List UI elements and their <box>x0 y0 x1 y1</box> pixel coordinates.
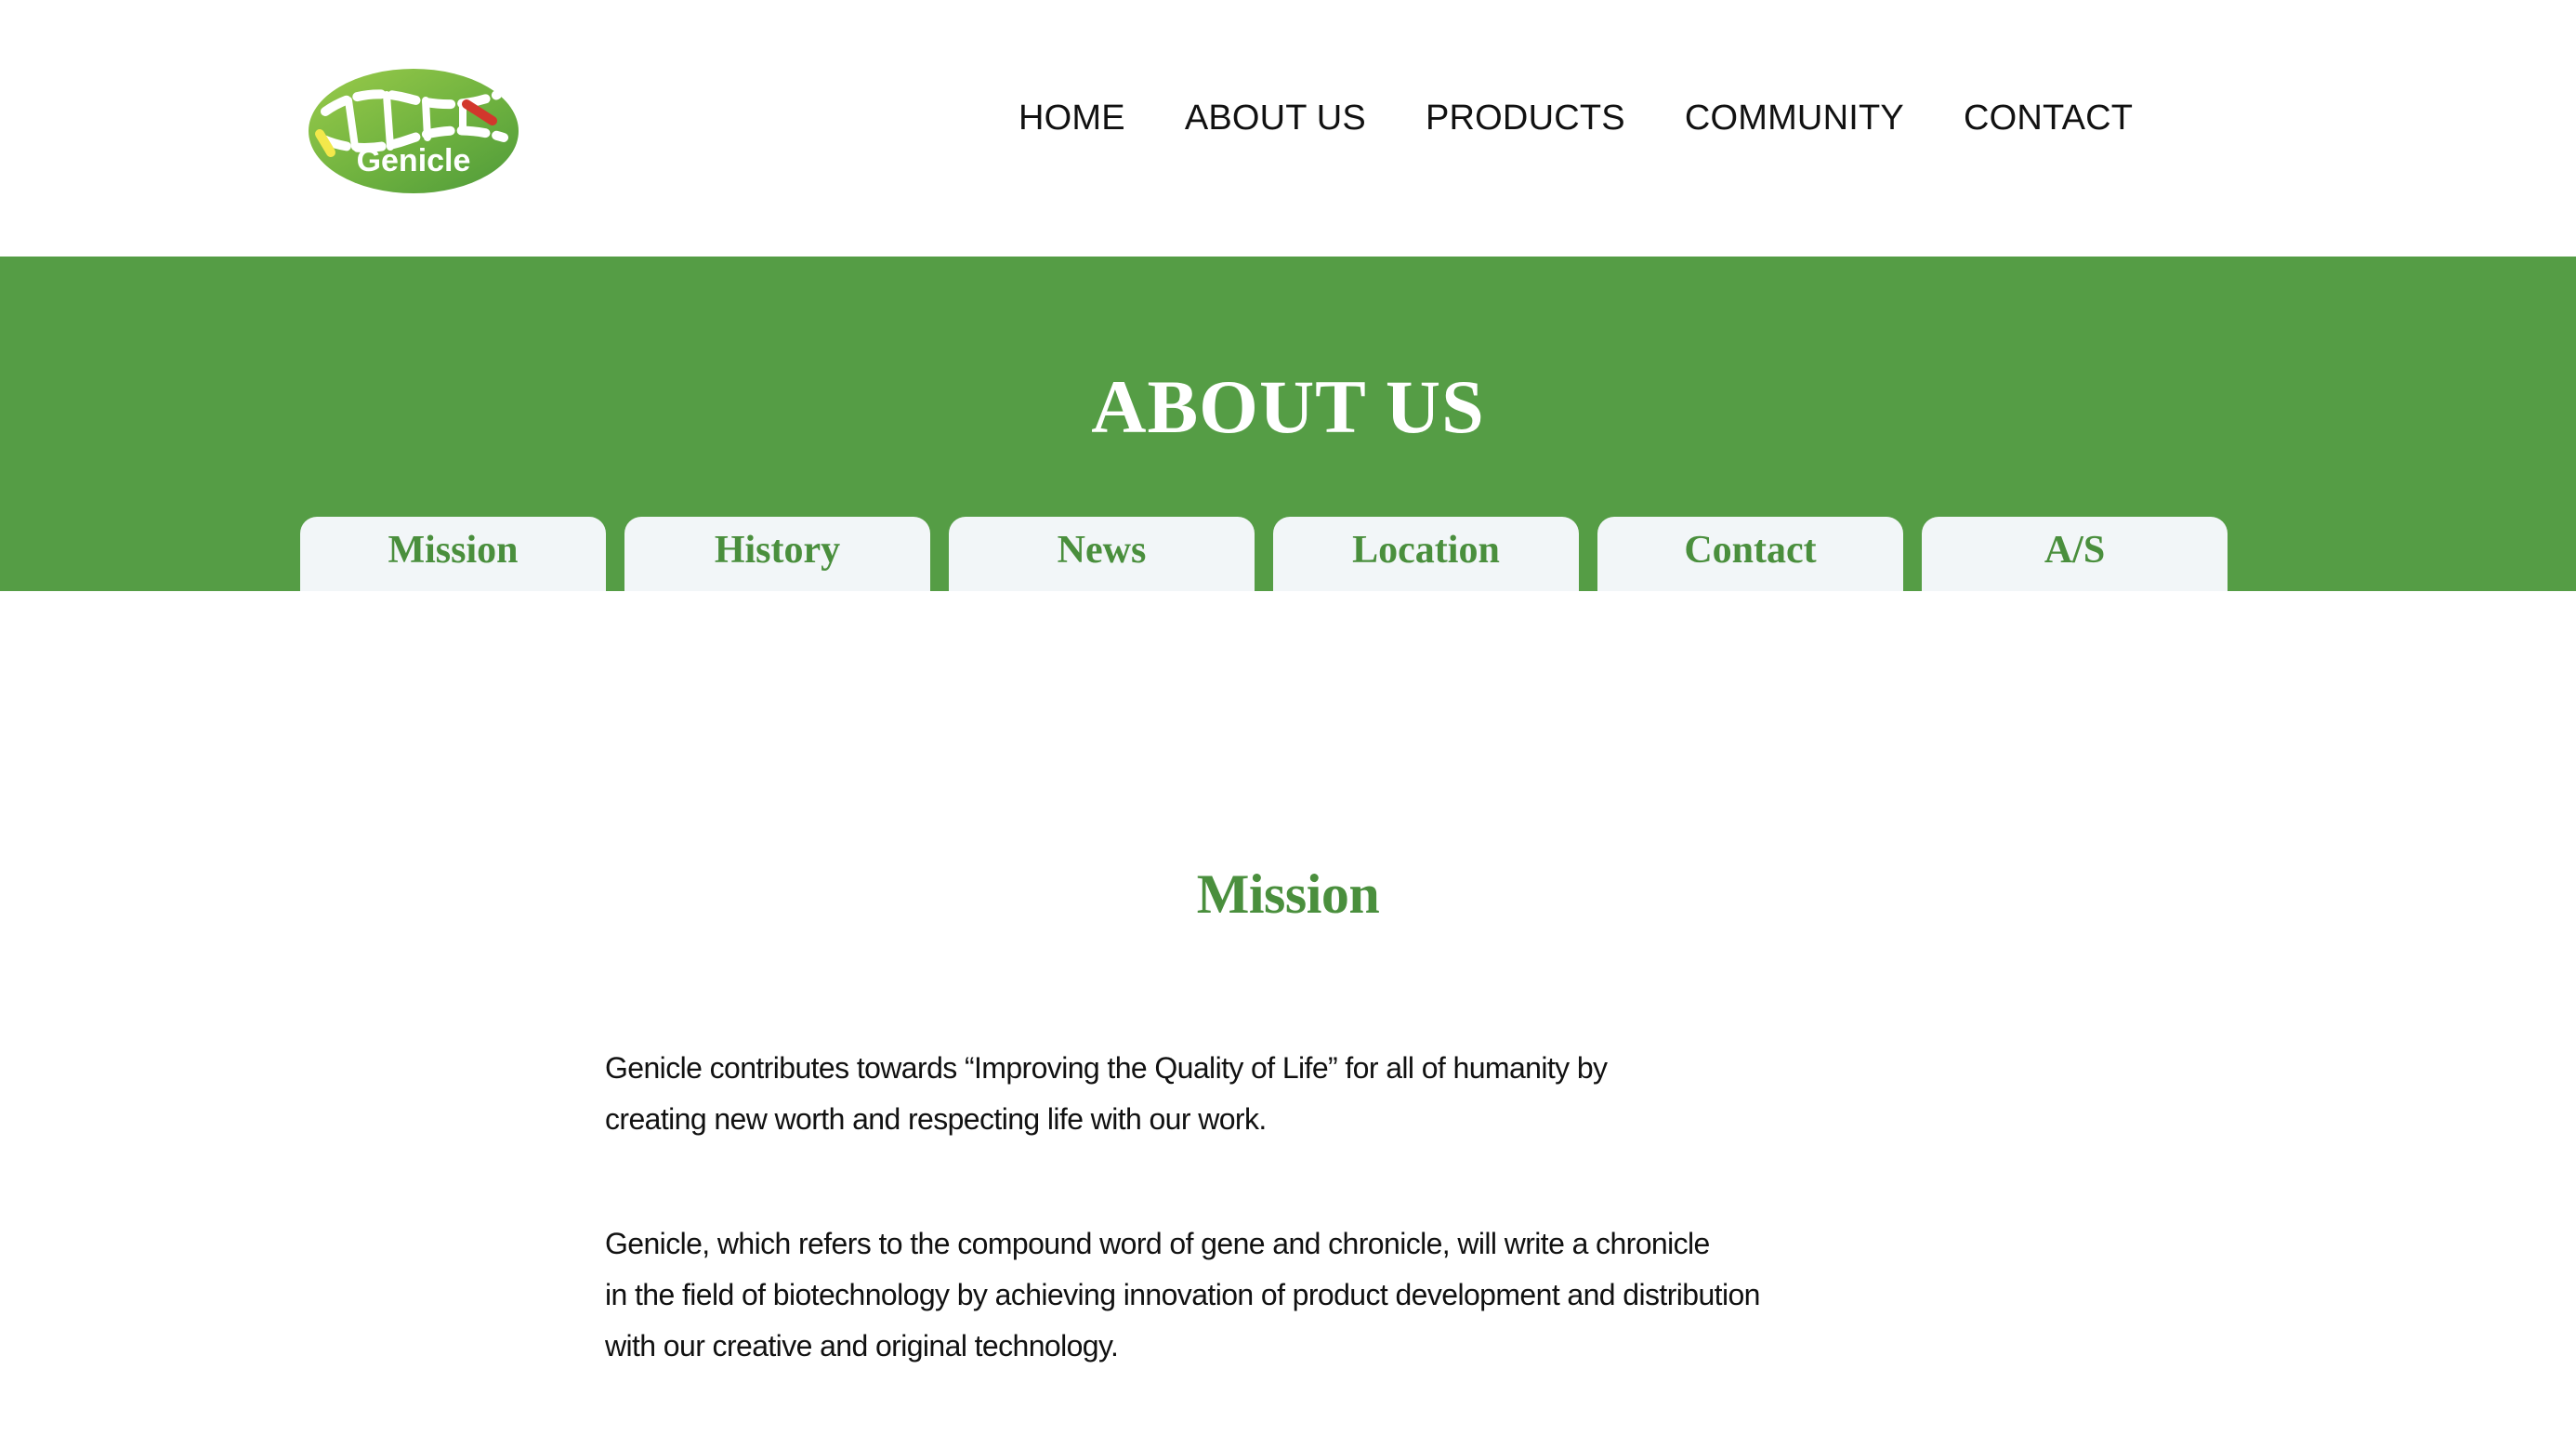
tab-as[interactable]: A/S <box>1922 517 2228 591</box>
about-banner: ABOUT US Mission History News Location C… <box>0 257 2576 591</box>
nav-home[interactable]: HOME <box>1019 99 1125 138</box>
main-nav: HOME ABOUT US PRODUCTS COMMUNITY CONTACT <box>1019 99 2133 138</box>
paragraph-line: Genicle contributes towards “Improving t… <box>605 1051 1608 1085</box>
tab-history[interactable]: History <box>624 517 930 591</box>
tab-label: Mission <box>388 529 519 572</box>
paragraph-line: with our creative and original technolog… <box>605 1329 1119 1363</box>
paragraph-line: creating new worth and respecting life w… <box>605 1102 1267 1136</box>
tab-mission[interactable]: Mission <box>300 517 606 591</box>
logo-wordmark: Genicle <box>357 143 471 178</box>
paragraph-line: Genicle, which refers to the compound wo… <box>605 1227 1710 1260</box>
nav-about-us[interactable]: ABOUT US <box>1185 99 1366 138</box>
about-tabs: Mission History News Location Contact A/… <box>300 517 2228 591</box>
nav-products[interactable]: PRODUCTS <box>1426 99 1625 138</box>
genicle-logo[interactable]: Genicle <box>307 67 520 195</box>
mission-paragraph-2: Genicle, which refers to the compound wo… <box>605 1218 1760 1372</box>
banner-title: ABOUT US <box>1091 364 1485 449</box>
nav-contact[interactable]: CONTACT <box>1964 99 2133 138</box>
tab-label: Contact <box>1684 529 1817 572</box>
tab-label: History <box>714 529 841 572</box>
site-header: Genicle HOME ABOUT US PRODUCTS COMMUNITY… <box>0 0 2576 257</box>
tab-label: Location <box>1352 529 1500 572</box>
mission-paragraph-1: Genicle contributes towards “Improving t… <box>605 1043 1608 1145</box>
paragraph-line: in the field of biotechnology by achievi… <box>605 1278 1760 1311</box>
section-title: Mission <box>1196 863 1380 925</box>
tab-label: News <box>1057 529 1147 572</box>
nav-community[interactable]: COMMUNITY <box>1685 99 1904 138</box>
tab-label: A/S <box>2044 529 2106 572</box>
tab-location[interactable]: Location <box>1273 517 1579 591</box>
tab-news[interactable]: News <box>949 517 1255 591</box>
tab-contact[interactable]: Contact <box>1597 517 1903 591</box>
